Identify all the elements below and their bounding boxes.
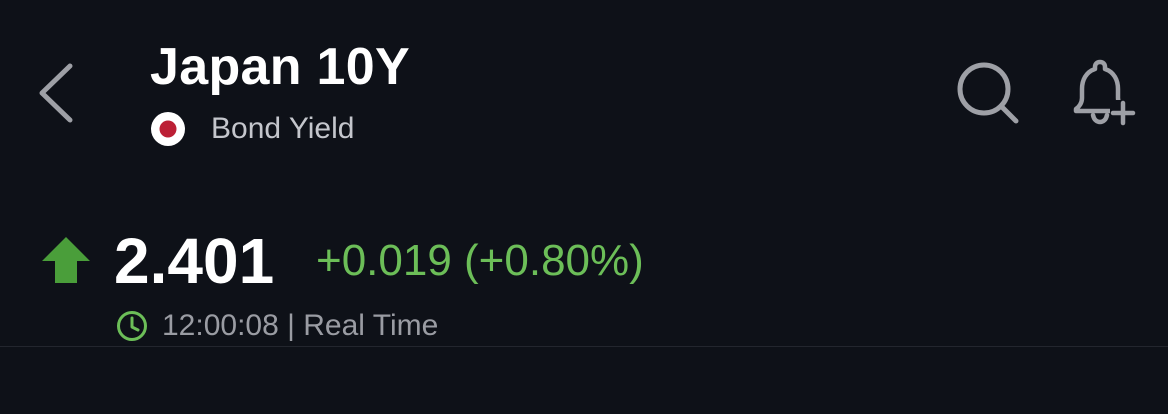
header-bar: Japan 10Y Bond Yield <box>0 0 1168 175</box>
japan-flag-icon <box>151 112 185 146</box>
subtitle-row: Bond Yield <box>150 109 354 149</box>
arrow-up-icon <box>42 237 90 283</box>
clock-icon <box>117 311 147 341</box>
last-price: 2.401 <box>114 225 275 297</box>
bell-plus-icon <box>1073 59 1136 126</box>
instrument-type-label: Bond Yield <box>211 112 355 145</box>
chevron-left-icon <box>39 63 73 123</box>
back-button[interactable] <box>30 58 86 128</box>
page-title: Japan 10Y <box>150 38 410 96</box>
quote-timestamp: 12:00:08 | Real Time <box>162 309 439 342</box>
quote-block: 2.401 +0.019 (+0.80%) 12:00:08 | Real Ti… <box>0 215 1168 345</box>
price-change: +0.019 (+0.80%) <box>316 236 644 285</box>
divider <box>0 346 1168 347</box>
search-button[interactable] <box>950 56 1026 132</box>
add-alert-button[interactable] <box>1060 56 1140 132</box>
timestamp-row: 12:00:08 | Real Time <box>116 307 438 345</box>
search-icon <box>957 62 1019 124</box>
